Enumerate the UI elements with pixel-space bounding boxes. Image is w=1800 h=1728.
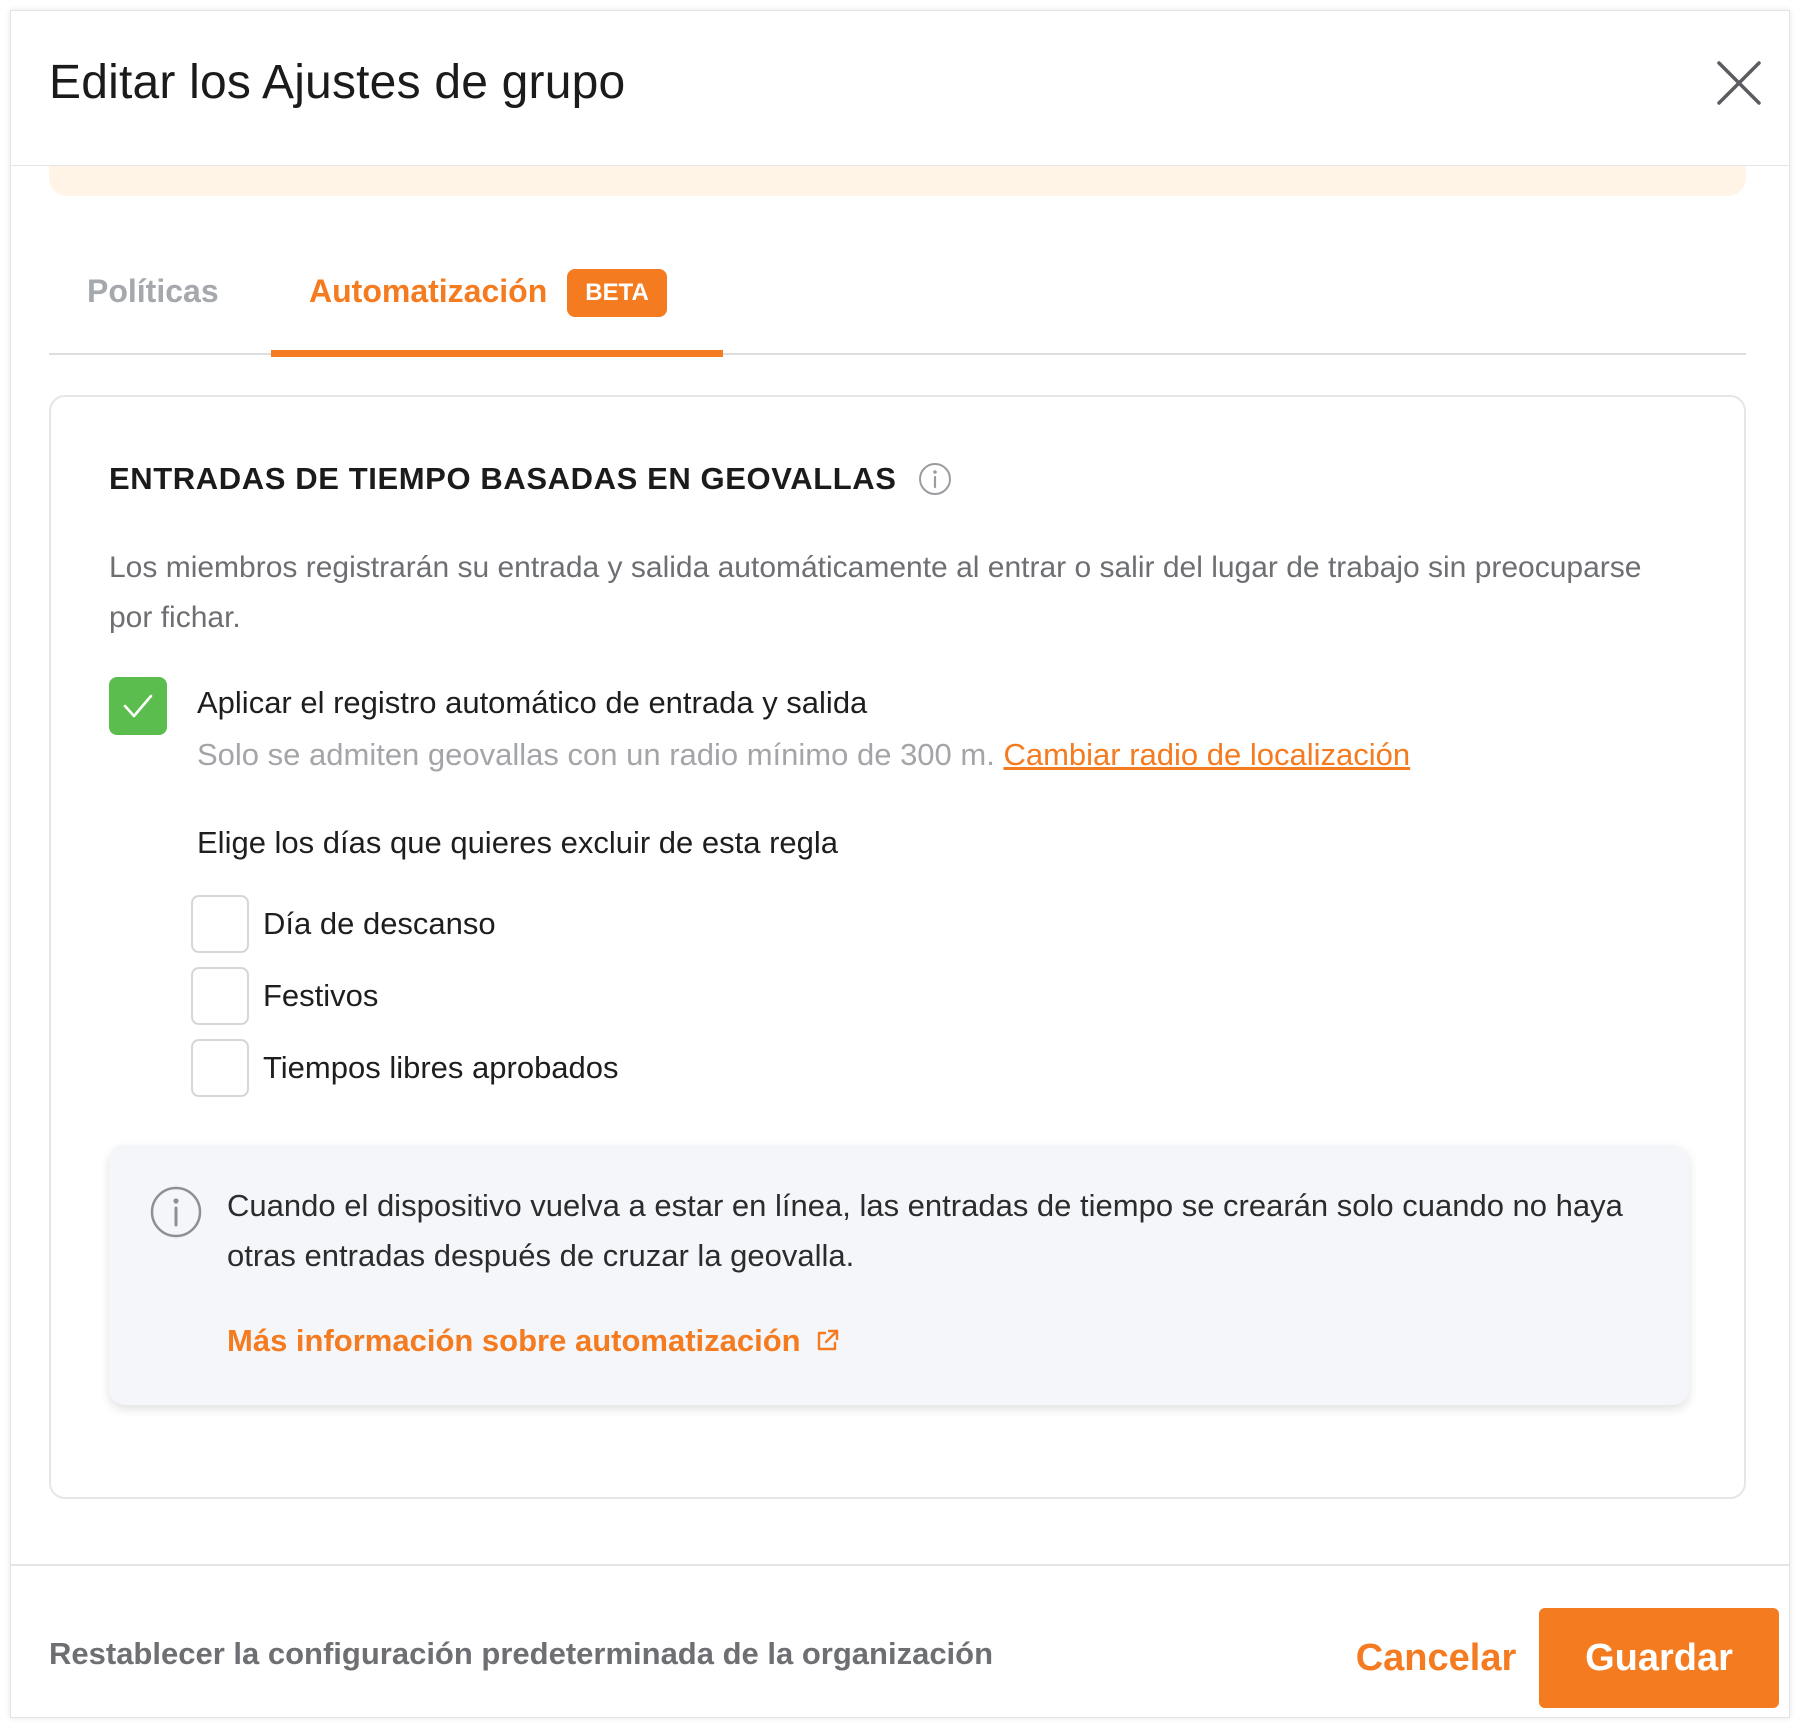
section-title: ENTRADAS DE TIEMPO BASADAS EN GEOVALLAS — [109, 461, 953, 497]
group-settings-modal: Editar los Ajustes de grupo Políticas Au… — [10, 10, 1790, 1718]
tab-automation-label: Automatización — [309, 273, 548, 309]
modal-footer: Restablecer la configuración predetermin… — [11, 1564, 1789, 1719]
beta-badge: BETA — [567, 269, 667, 317]
modal-title: Editar los Ajustes de grupo — [49, 56, 626, 109]
holidays-label: Festivos — [263, 978, 379, 1013]
reset-org-defaults-link[interactable]: Restablecer la configuración predetermin… — [49, 1636, 993, 1672]
exclude-option-holidays: Festivos — [191, 967, 378, 1025]
close-icon — [1717, 61, 1761, 105]
apply-auto-clock-label: Aplicar el registro automático de entrad… — [197, 685, 868, 720]
cancel-button[interactable]: Cancelar — [1341, 1618, 1531, 1698]
tab-policies[interactable]: Políticas — [87, 251, 219, 355]
holidays-checkbox[interactable] — [191, 967, 249, 1025]
rest-day-label: Día de descanso — [263, 906, 496, 941]
exclude-days-title: Elige los días que quieres excluir de es… — [197, 825, 839, 860]
approved-time-off-checkbox[interactable] — [191, 1039, 249, 1097]
tab-policies-label: Políticas — [87, 273, 219, 309]
approved-time-off-label: Tiempos libres aprobados — [263, 1050, 619, 1085]
save-button[interactable]: Guardar — [1539, 1608, 1779, 1708]
section-description: Los miembros registrarán su entrada y sa… — [109, 551, 1642, 634]
apply-auto-clock-checkbox[interactable] — [109, 677, 167, 735]
alert-banner — [49, 166, 1746, 196]
info-icon[interactable] — [917, 461, 953, 497]
tab-bar: Políticas Automatización BETA — [49, 251, 1746, 357]
learn-more-automation-label: Más información sobre automatización — [227, 1323, 801, 1358]
change-radius-link[interactable]: Cambiar radio de localización — [1003, 737, 1410, 772]
close-button[interactable] — [1711, 55, 1767, 111]
rest-day-checkbox[interactable] — [191, 895, 249, 953]
exclude-option-rest-day: Día de descanso — [191, 895, 496, 953]
offline-note-text: Cuando el dispositivo vuelva a estar en … — [227, 1188, 1623, 1273]
apply-auto-clock-text: Aplicar el registro automático de entrad… — [197, 677, 1410, 775]
geofence-radius-note: Solo se admiten geovallas con un radio m… — [197, 735, 1410, 775]
learn-more-automation-link[interactable]: Más información sobre automatización — [227, 1323, 841, 1359]
section-title-text: ENTRADAS DE TIEMPO BASADAS EN GEOVALLAS — [109, 461, 897, 496]
tab-automation[interactable]: Automatización BETA — [271, 251, 723, 357]
geofence-settings-card: ENTRADAS DE TIEMPO BASADAS EN GEOVALLAS … — [49, 395, 1746, 1499]
info-icon — [149, 1185, 203, 1239]
geofence-radius-text: Solo se admiten geovallas con un radio m… — [197, 737, 995, 772]
external-link-icon — [813, 1327, 841, 1355]
exclude-option-approved-time-off: Tiempos libres aprobados — [191, 1039, 619, 1097]
modal-header: Editar los Ajustes de grupo — [11, 11, 1789, 166]
offline-note-box: Cuando el dispositivo vuelva a estar en … — [109, 1145, 1689, 1405]
checkmark-icon — [123, 694, 153, 718]
apply-auto-clock-row: Aplicar el registro automático de entrad… — [109, 677, 1410, 775]
